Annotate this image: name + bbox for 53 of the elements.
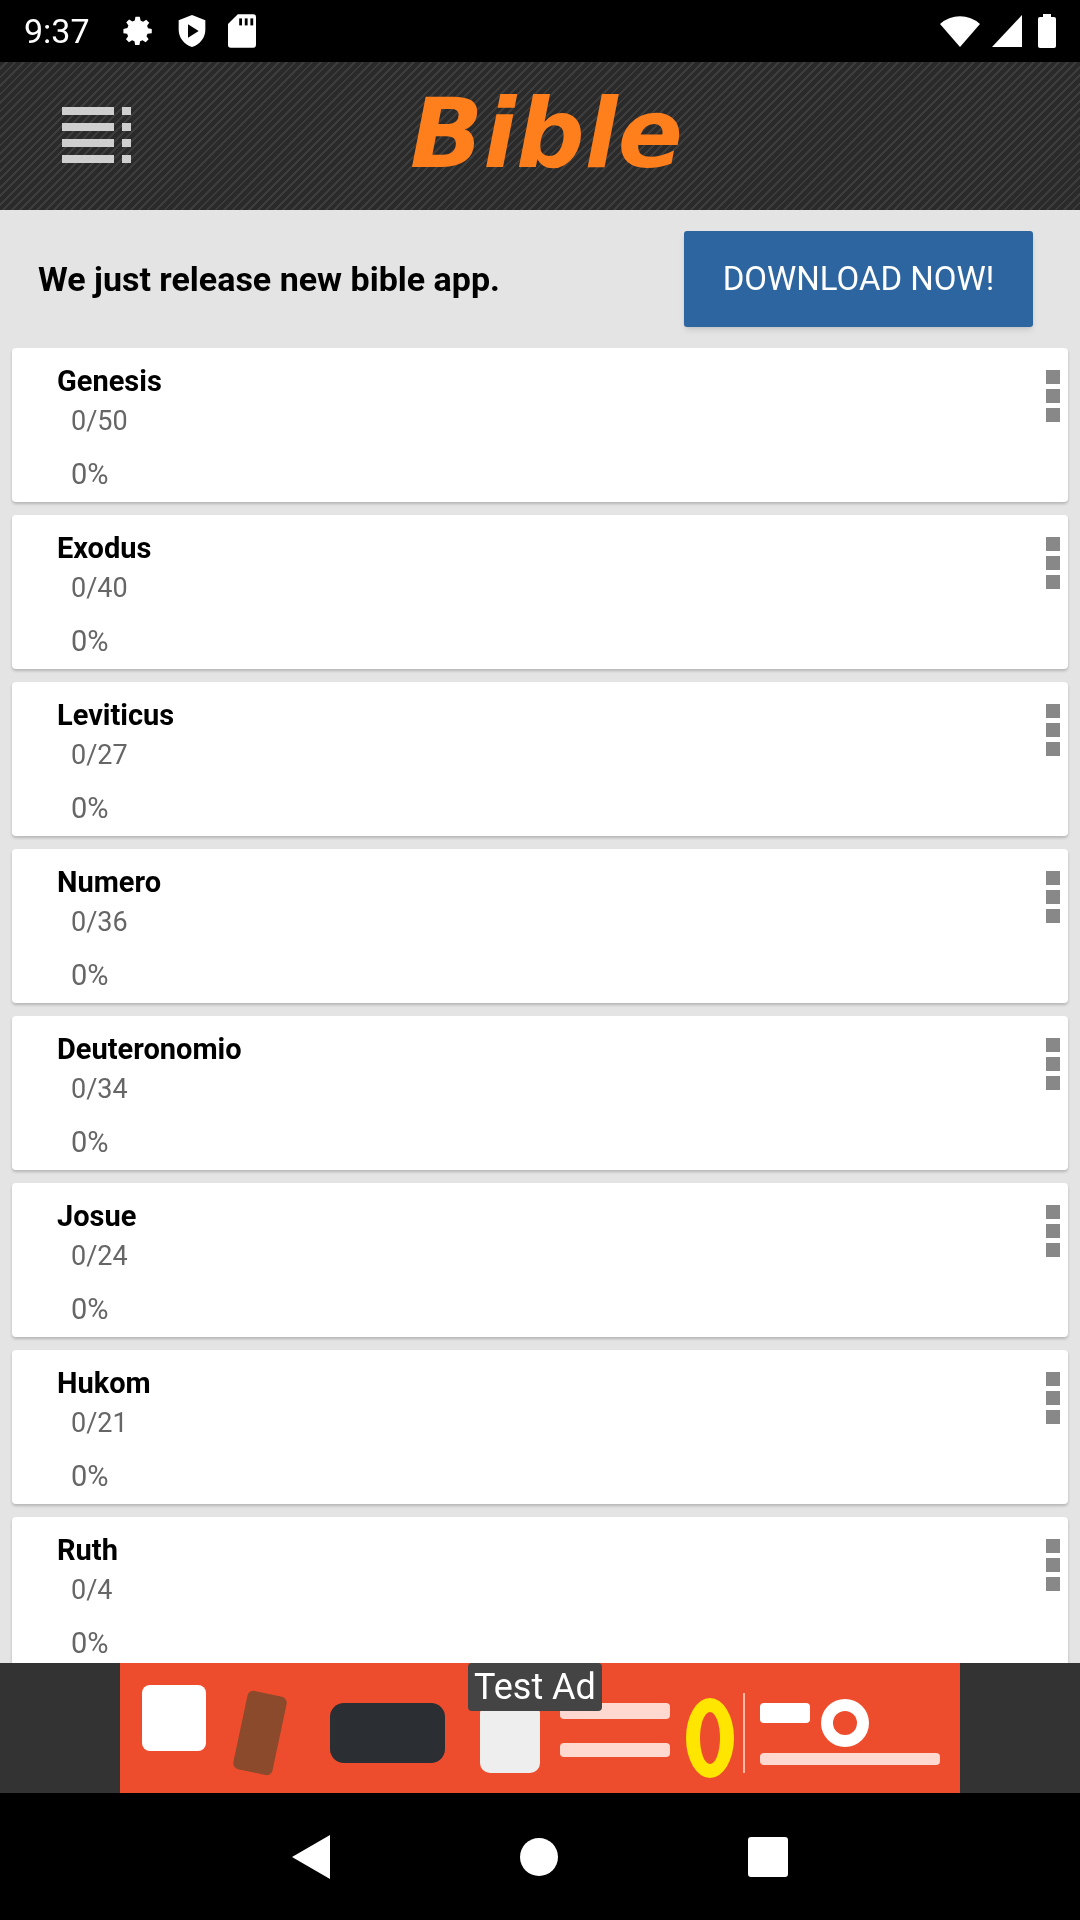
book-name: Ruth	[57, 1532, 118, 1569]
wifi-icon	[940, 15, 980, 47]
progress-percent: 0%	[71, 1458, 109, 1494]
home-icon[interactable]	[520, 1837, 558, 1876]
progress-percent: 0%	[71, 957, 109, 993]
book-card[interactable]: Ruth 0/4 0%	[12, 1517, 1068, 1663]
book-card[interactable]: Hukom 0/21 0%	[12, 1350, 1068, 1504]
book-card[interactable]: Leviticus 0/27 0%	[12, 682, 1068, 836]
more-icon[interactable]	[1046, 370, 1060, 422]
download-button[interactable]: DOWNLOAD NOW!	[684, 231, 1033, 327]
more-icon[interactable]	[1046, 704, 1060, 756]
progress-percent: 0%	[71, 1124, 109, 1160]
book-card[interactable]: Genesis 0/50 0%	[12, 348, 1068, 502]
progress-percent: 0%	[71, 1625, 109, 1661]
chapter-count: 0/50	[71, 404, 128, 438]
book-name: Genesis	[57, 363, 162, 400]
back-icon[interactable]	[292, 1834, 330, 1879]
book-card[interactable]: Deuteronomio 0/34 0%	[12, 1016, 1068, 1170]
chapter-count: 0/34	[71, 1072, 128, 1106]
book-name: Numero	[57, 864, 162, 901]
progress-percent: 0%	[71, 1291, 109, 1327]
book-name: Exodus	[57, 530, 152, 567]
book-name: Hukom	[57, 1365, 151, 1402]
status-time: 9:37	[24, 9, 90, 53]
book-card[interactable]: Exodus 0/40 0%	[12, 515, 1068, 669]
chapter-count: 0/27	[71, 738, 128, 772]
book-card[interactable]: Josue 0/24 0%	[12, 1183, 1068, 1337]
promo-message: We just release new bible app.	[38, 257, 500, 301]
progress-percent: 0%	[71, 456, 109, 492]
book-name: Leviticus	[57, 697, 175, 734]
progress-percent: 0%	[71, 790, 109, 826]
more-icon[interactable]	[1046, 1038, 1060, 1090]
chapter-count: 0/40	[71, 571, 128, 605]
more-icon[interactable]	[1046, 871, 1060, 923]
more-icon[interactable]	[1046, 1372, 1060, 1424]
book-name: Deuteronomio	[57, 1031, 242, 1068]
more-icon[interactable]	[1046, 1205, 1060, 1257]
chapter-count: 0/4	[71, 1573, 113, 1607]
progress-percent: 0%	[71, 623, 109, 659]
chapter-count: 0/36	[71, 905, 128, 939]
book-name: Josue	[57, 1198, 137, 1235]
more-icon[interactable]	[1046, 537, 1060, 589]
app-title: Bible	[410, 86, 683, 182]
battery-icon	[1038, 14, 1056, 48]
ad-label: Test Ad	[468, 1663, 602, 1711]
menu-icon[interactable]	[62, 107, 132, 165]
book-card[interactable]: Numero 0/36 0%	[12, 849, 1068, 1003]
chapter-count: 0/24	[71, 1239, 128, 1273]
recents-icon[interactable]	[748, 1836, 788, 1877]
chapter-count: 0/21	[71, 1406, 128, 1440]
sd-card-icon	[227, 14, 256, 48]
more-icon[interactable]	[1046, 1539, 1060, 1591]
signal-icon	[992, 15, 1022, 47]
